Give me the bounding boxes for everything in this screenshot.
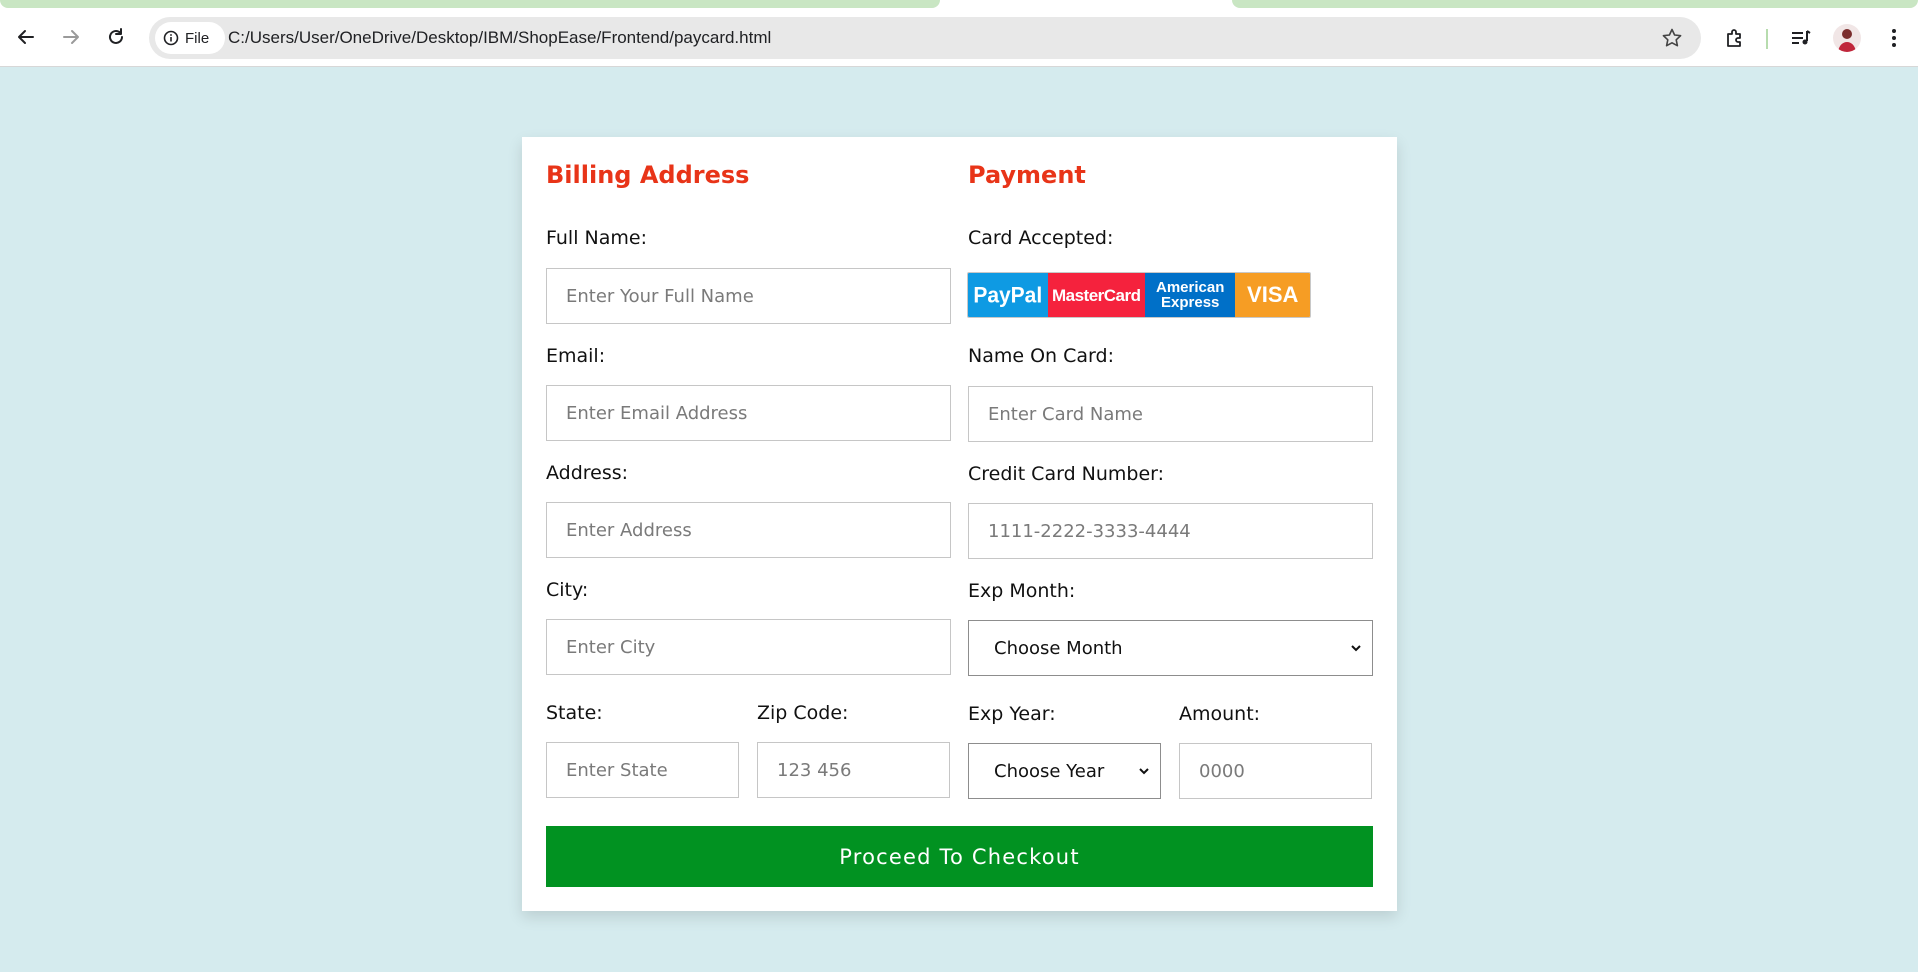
amex-logo-text: American Express xyxy=(1156,279,1225,311)
info-icon xyxy=(163,30,179,46)
extensions-icon xyxy=(1727,29,1741,47)
name-on-card-input[interactable] xyxy=(968,386,1373,442)
amount-label: Amount: xyxy=(1179,703,1261,725)
address-bar[interactable]: File C:/Users/User/OneDrive/Desktop/IBM/… xyxy=(149,17,1701,59)
url-text[interactable]: C:/Users/User/OneDrive/Desktop/IBM/ShopE… xyxy=(228,17,771,59)
profile-picture xyxy=(1838,29,1856,52)
browser-menu-button[interactable] xyxy=(1881,25,1907,51)
visa-logo: VISA xyxy=(1235,273,1310,317)
zip-code-label: Zip Code: xyxy=(757,702,849,724)
checkout-form-card: Billing Address Full Name: Email: Addres… xyxy=(522,137,1397,911)
accepted-cards-image: PayPal MasterCard American Express VISA xyxy=(967,272,1311,318)
card-number-input[interactable] xyxy=(968,503,1373,559)
forward-button[interactable] xyxy=(56,22,86,52)
media-control-button[interactable] xyxy=(1788,25,1814,51)
exp-year-select[interactable]: Choose Year xyxy=(968,743,1161,799)
city-input[interactable] xyxy=(546,619,951,675)
mastercard-logo: MasterCard xyxy=(1047,273,1145,317)
star-icon[interactable] xyxy=(1661,27,1683,49)
amex-logo: American Express xyxy=(1144,273,1236,317)
toolbar-separator xyxy=(1766,29,1768,49)
tab-background[interactable] xyxy=(1232,0,1918,8)
state-input[interactable] xyxy=(546,742,739,798)
email-input[interactable] xyxy=(546,385,951,441)
kebab-menu-icon xyxy=(1892,29,1896,47)
cards-accepted-label: Card Accepted: xyxy=(968,227,1114,249)
payment-title: Payment xyxy=(968,161,1086,189)
avatar[interactable] xyxy=(1833,24,1861,52)
tab-strip xyxy=(0,0,1918,10)
paypal-logo: PayPal xyxy=(968,273,1048,317)
address-label: Address: xyxy=(546,462,629,484)
full-name-label: Full Name: xyxy=(546,227,647,249)
back-button[interactable] xyxy=(11,22,41,52)
exp-month-label: Exp Month: xyxy=(968,580,1076,602)
address-input[interactable] xyxy=(546,502,951,558)
state-label: State: xyxy=(546,702,603,724)
full-name-input[interactable] xyxy=(546,268,951,324)
exp-year-selected: Choose Year xyxy=(994,760,1105,782)
zip-code-input[interactable] xyxy=(757,742,950,798)
exp-month-select[interactable]: Choose Month xyxy=(968,620,1373,676)
chevron-down-icon xyxy=(1139,768,1149,775)
tab-background[interactable] xyxy=(0,0,940,8)
chevron-down-icon xyxy=(1351,645,1361,652)
billing-title: Billing Address xyxy=(546,161,750,189)
card-number-label: Credit Card Number: xyxy=(968,463,1165,485)
forward-icon xyxy=(63,30,79,44)
amount-input[interactable] xyxy=(1179,743,1372,799)
browser-toolbar: File C:/Users/User/OneDrive/Desktop/IBM/… xyxy=(0,10,1918,67)
city-label: City: xyxy=(546,579,589,601)
site-info-chip[interactable]: File xyxy=(155,22,225,54)
exp-year-label: Exp Year: xyxy=(968,703,1056,725)
email-label: Email: xyxy=(546,345,606,367)
reload-button[interactable] xyxy=(101,22,131,52)
extensions-button[interactable] xyxy=(1722,25,1748,51)
back-icon xyxy=(18,30,34,44)
reload-icon xyxy=(109,28,123,44)
file-chip-label: File xyxy=(185,29,210,47)
exp-month-selected: Choose Month xyxy=(994,637,1123,659)
name-on-card-label: Name On Card: xyxy=(968,345,1114,367)
media-control-icon xyxy=(1792,30,1811,45)
proceed-to-checkout-button[interactable]: Proceed To Checkout xyxy=(546,826,1373,887)
